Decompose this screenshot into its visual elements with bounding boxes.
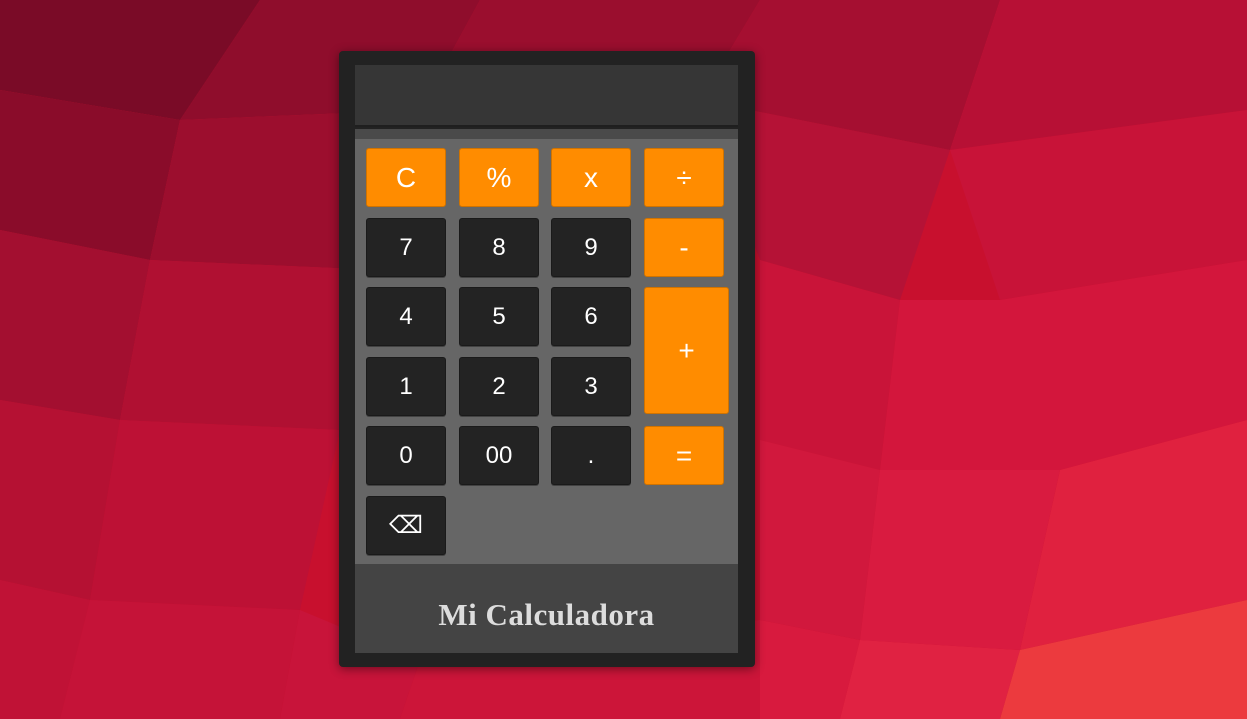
plus-button[interactable]: + (644, 287, 729, 414)
calculator-display (355, 65, 738, 127)
divide-button[interactable]: ÷ (644, 148, 724, 207)
calculator: C % x ÷ 7 8 9 - 4 5 6 + 1 2 3 0 00 . = ⌫… (339, 51, 755, 667)
display-divider (355, 129, 738, 139)
digit-4-button[interactable]: 4 (366, 287, 446, 346)
digit-6-button[interactable]: 6 (551, 287, 631, 346)
minus-button[interactable]: - (644, 218, 724, 277)
keypad: C % x ÷ 7 8 9 - 4 5 6 + 1 2 3 0 00 . = ⌫ (355, 139, 738, 564)
digit-1-button[interactable]: 1 (366, 357, 446, 416)
digit-0-button[interactable]: 0 (366, 426, 446, 485)
percent-button[interactable]: % (459, 148, 539, 207)
decimal-button[interactable]: . (551, 426, 631, 485)
double-zero-button[interactable]: 00 (459, 426, 539, 485)
digit-5-button[interactable]: 5 (459, 287, 539, 346)
digit-7-button[interactable]: 7 (366, 218, 446, 277)
digit-2-button[interactable]: 2 (459, 357, 539, 416)
equals-button[interactable]: = (644, 426, 724, 485)
calculator-footer: Mi Calculadora (355, 564, 738, 653)
backspace-button[interactable]: ⌫ (366, 496, 446, 555)
clear-button[interactable]: C (366, 148, 446, 207)
digit-3-button[interactable]: 3 (551, 357, 631, 416)
calculator-title: Mi Calculadora (438, 596, 655, 632)
digit-9-button[interactable]: 9 (551, 218, 631, 277)
backspace-icon: ⌫ (389, 512, 423, 539)
multiply-button[interactable]: x (551, 148, 631, 207)
digit-8-button[interactable]: 8 (459, 218, 539, 277)
